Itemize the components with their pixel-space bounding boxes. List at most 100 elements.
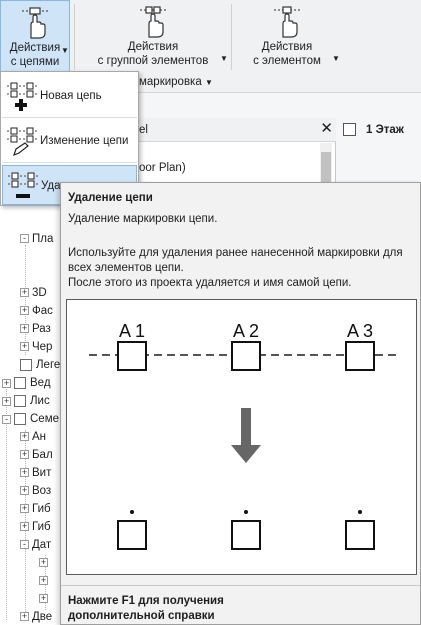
tree-node-label: Раз <box>32 323 51 335</box>
menu-item-new-chain[interactable]: Новая цепь <box>2 76 137 116</box>
tree-node[interactable]: + Лис <box>2 395 50 413</box>
expand-icon[interactable]: + <box>20 504 29 514</box>
expand-icon[interactable]: + <box>39 558 48 568</box>
tree-node[interactable]: + Вит <box>20 467 51 485</box>
tooltip-illustration: A 1 A 2 A 3 <box>66 299 417 575</box>
menu-divider <box>2 162 137 163</box>
collapse-icon[interactable]: - <box>2 414 11 424</box>
diagram-label-a3: A 3 <box>347 321 373 341</box>
tree-node[interactable]: + Ан <box>20 431 46 449</box>
tooltip-long-description: Используйте для удаления ранее нанесенно… <box>68 246 413 291</box>
expand-icon[interactable]: + <box>20 450 29 460</box>
element-before <box>345 341 375 371</box>
tooltip: Удаление цепи Удаление маркировки цепи. … <box>60 182 421 625</box>
element-after <box>117 520 147 550</box>
tree-node[interactable]: Леге <box>20 359 60 377</box>
ribbon-separator <box>74 4 75 70</box>
tree-node[interactable]: + Две <box>20 611 52 625</box>
tooltip-help-line: Нажмите F1 для получения <box>68 595 224 607</box>
sheet-icon <box>14 395 26 407</box>
expand-icon[interactable]: + <box>2 396 11 406</box>
tooltip-help-line: дополнительной справки <box>68 610 215 622</box>
element-before <box>117 341 147 371</box>
tree-node[interactable]: + Гиб <box>20 521 51 539</box>
expand-icon[interactable]: + <box>39 576 48 586</box>
tree-node-label: Воз <box>32 485 52 497</box>
tree-node[interactable]: +3D <box>20 287 47 305</box>
ribbon-panel-title[interactable]: маркировка ▼ <box>139 76 213 88</box>
diagram-label-a2: A 2 <box>233 321 259 341</box>
view-tab[interactable]: 1 Этаж <box>337 118 421 142</box>
tree-node[interactable]: + Фас <box>20 305 53 323</box>
expand-icon[interactable]: + <box>20 306 29 316</box>
project-browser-header: el ✕ <box>139 118 336 142</box>
chain-actions-button[interactable]: Действия с цепями ▼ <box>0 0 70 72</box>
tree-node-label: Гиб <box>32 503 51 515</box>
expand-icon[interactable]: + <box>20 342 29 352</box>
expand-icon[interactable]: + <box>20 522 29 532</box>
expand-icon[interactable]: + <box>2 378 11 388</box>
collapse-icon[interactable]: - <box>20 234 29 244</box>
expand-icon[interactable]: + <box>20 432 29 442</box>
close-icon[interactable]: ✕ <box>320 119 333 137</box>
chevron-down-icon: ▼ <box>220 54 228 63</box>
chain-actions-line1: Действия <box>9 42 61 54</box>
element-actions-button[interactable]: Действия с элементом ▼ <box>232 0 342 72</box>
tooltip-title: Удаление цепи <box>68 192 153 204</box>
tree-node[interactable]: + Раз <box>20 323 51 341</box>
arrow-down-icon <box>231 408 261 463</box>
tree-node-label: 3D <box>32 287 47 299</box>
chevron-down-icon: ▼ <box>332 54 340 63</box>
tree-node[interactable]: + Гиб <box>20 503 51 521</box>
tree-node[interactable]: + <box>39 593 51 611</box>
expand-icon[interactable]: + <box>39 594 48 604</box>
expand-icon[interactable]: + <box>20 612 29 622</box>
expand-icon[interactable]: + <box>20 468 29 478</box>
tree-node[interactable]: + Воз <box>20 485 51 503</box>
group-actions-line2: с группой элементов <box>97 55 209 67</box>
tree-node[interactable]: + Бал <box>20 449 53 467</box>
marker-dot <box>358 510 362 514</box>
tree-node-label: Гиб <box>32 521 51 533</box>
tree-node-label: Вит <box>32 467 52 479</box>
scrollbar-thumb[interactable] <box>321 152 331 182</box>
menu-item-edit-chain[interactable]: Изменение цепи <box>2 121 137 161</box>
floor-plan-icon <box>343 123 356 136</box>
tree-node-label: Бал <box>32 449 53 461</box>
chevron-down-icon: ▼ <box>204 78 213 87</box>
legend-icon <box>20 359 32 371</box>
tree-node-label: Вед <box>30 377 51 390</box>
chain-actions-line2: с цепями <box>10 56 60 68</box>
floor-plan-node[interactable]: oor Plan) <box>139 162 186 174</box>
tree-node[interactable]: + Чер <box>20 341 52 359</box>
tree-node[interactable]: + Вед <box>2 377 51 395</box>
tree-node-label: Дат <box>32 539 52 551</box>
menu-divider <box>2 117 137 118</box>
tree-node-label: Пла <box>32 233 54 245</box>
tooltip-line: всех элементов цепи. <box>68 262 184 274</box>
expand-icon[interactable]: + <box>20 288 29 298</box>
edit-chain-icon <box>7 127 37 157</box>
element-actions-line1: Действия <box>261 41 313 53</box>
tree-node-label: Леге <box>36 359 61 372</box>
element-actions-line2: с элементом <box>253 55 321 67</box>
tree-node-label: Две <box>32 611 53 623</box>
element-after <box>231 520 261 550</box>
tree-node[interactable]: + <box>39 557 51 575</box>
group-actions-button[interactable]: Действия с группой элементов ▼ <box>78 0 228 72</box>
tree-node[interactable]: - Дат <box>20 539 51 557</box>
element-hand-icon <box>274 6 300 38</box>
marker-dot <box>130 510 134 514</box>
collapse-icon[interactable]: - <box>20 540 29 550</box>
tree-node[interactable]: - Семе <box>2 413 59 431</box>
group-hand-icon <box>140 6 166 38</box>
tree-node[interactable]: + <box>39 575 51 593</box>
tree-node-label: Лис <box>30 395 50 408</box>
group-actions-line1: Действия <box>127 41 179 53</box>
expand-icon[interactable]: + <box>20 324 29 334</box>
tree-node[interactable]: - Пла <box>20 233 53 251</box>
menu-item-label: Новая цепь <box>40 90 102 102</box>
expand-icon[interactable]: + <box>20 486 29 496</box>
tooltip-line: После этого из проекта удаляется и имя с… <box>68 277 352 289</box>
tooltip-short-description: Удаление маркировки цепи. <box>68 213 218 225</box>
